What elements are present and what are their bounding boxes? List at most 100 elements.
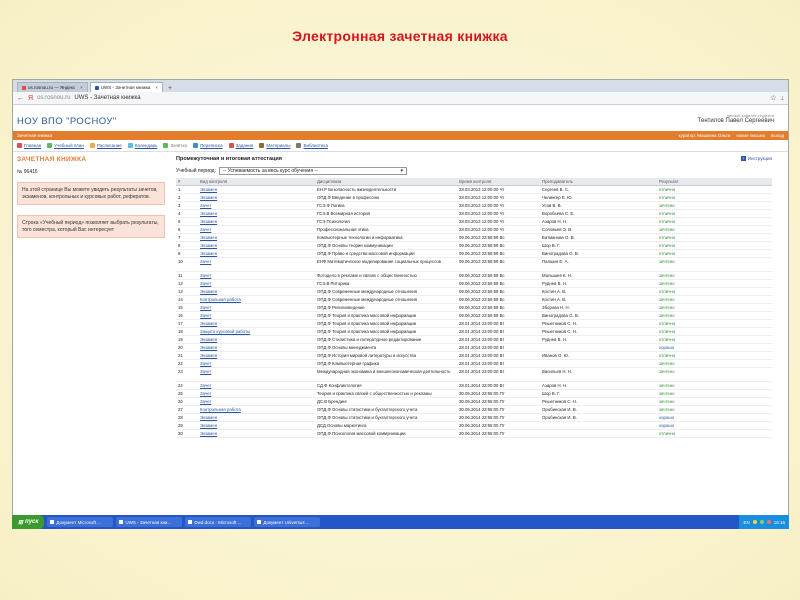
discipline: ОПД.Ф Современные международные отношени… xyxy=(315,287,457,296)
control-type[interactable]: Экзамен xyxy=(198,287,315,296)
control-type[interactable]: Экзамен xyxy=(198,343,315,352)
curator-link[interactable]: куратор: Машкина Ольга xyxy=(679,133,731,138)
new-tab-button[interactable]: + xyxy=(165,85,175,92)
main-panel: Промежуточная и итоговая аттестация ? Ин… xyxy=(176,156,772,438)
control-time: 28.01.2014 23:00:00 Вт xyxy=(457,351,540,360)
menu-item-5[interactable]: Переписка xyxy=(193,143,223,148)
menu-item-label: Библиотека xyxy=(303,143,328,148)
menu-item-2[interactable]: Расписание xyxy=(89,143,122,148)
close-icon[interactable]: × xyxy=(80,85,83,90)
result: отлично xyxy=(657,335,772,344)
control-type[interactable]: Контрольная работа xyxy=(198,405,315,414)
row-number: 1 xyxy=(176,185,198,194)
control-type[interactable]: Экзамен xyxy=(198,209,315,218)
language-indicator[interactable]: EN xyxy=(743,520,749,525)
control-type[interactable]: Защита курсовой работы xyxy=(198,327,315,336)
exit-link[interactable]: выход xyxy=(771,133,784,138)
discipline: ОПД.Ф Право и средства массовой информац… xyxy=(315,249,457,258)
menu-item-0[interactable]: Главная xyxy=(17,143,41,148)
taskbar-item-0[interactable]: Документ Microsoft ... xyxy=(47,517,114,527)
control-type[interactable]: Зачет xyxy=(198,225,315,234)
control-type[interactable]: Зачет xyxy=(198,397,315,406)
download-icon[interactable]: ↓ xyxy=(781,95,785,102)
control-type[interactable]: Экзамен xyxy=(198,185,315,194)
start-button[interactable]: ⊞ пуск xyxy=(12,515,45,529)
app-icon xyxy=(119,520,124,524)
browser-tab-0[interactable]: os.rosnou.ru — Яндекс × xyxy=(17,82,88,92)
back-button[interactable]: ← xyxy=(17,95,24,102)
menu-item-7[interactable]: Материалы xyxy=(259,143,290,148)
control-type[interactable]: Экзамен xyxy=(198,413,315,422)
menu-item-4[interactable]: Зачётка xyxy=(163,143,187,148)
site-logo[interactable]: НОУ ВПО "РОСНОУ" xyxy=(17,116,117,127)
teacher: Костин А. В. xyxy=(540,287,657,296)
control-type[interactable]: Зачет xyxy=(198,367,315,382)
browser-tab-1[interactable]: UWS - Зачетная книжка × xyxy=(89,82,164,92)
taskbar-item-2[interactable]: Dwd.docx - Microsoft ... xyxy=(185,517,252,527)
control-type[interactable]: Зачет xyxy=(198,279,315,288)
taskbar-item-3[interactable]: Документ Universus ... xyxy=(254,517,321,527)
menu-icon xyxy=(296,143,302,148)
mail-link[interactable]: новое письмо xyxy=(736,133,765,138)
table-row: 3 Зачет ГСЭ.Ф Логика 28.03.2013 12:00:00 Чт… xyxy=(176,201,772,210)
tab-label: os.rosnou.ru — Яндекс xyxy=(28,85,76,90)
taskbar-items: Документ Microsoft ... UWS - Зачетная кни… xyxy=(47,517,321,527)
table-row: 10 Зачет ЕНФ Математическое моделирование … xyxy=(176,257,772,272)
period-select[interactable]: -- Успеваемость за весь курс обучения --… xyxy=(218,167,407,175)
instruction-label: Инструкция xyxy=(747,156,772,161)
period-label: Учебный период: xyxy=(176,168,216,174)
result: зачтено xyxy=(657,405,772,414)
control-type[interactable]: Экзамен xyxy=(198,193,315,202)
instruction-link[interactable]: ? Инструкция xyxy=(740,156,772,161)
taskbar-item-label: Dwd.docx - Microsoft ... xyxy=(194,519,242,525)
menu-item-8[interactable]: Библиотека xyxy=(296,143,328,148)
table-row: 30 Экзамен ОПД.Ф Психология массовой комму… xyxy=(176,429,772,438)
star-icon[interactable]: ☆ xyxy=(770,94,776,102)
control-type[interactable]: Экзамен xyxy=(198,249,315,258)
teacher: Азаров Н. Н. xyxy=(540,217,657,226)
taskbar-item-1[interactable]: UWS - Зачетная кни... xyxy=(116,517,183,527)
taskbar-item-label: Документ Microsoft ... xyxy=(56,519,101,525)
control-type[interactable]: Экзамен xyxy=(198,429,315,438)
table-row: 21 Экзамен ОПД.Ф История мировой литератур… xyxy=(176,351,772,360)
control-type[interactable]: Зачет xyxy=(198,311,315,320)
control-type[interactable]: Зачет xyxy=(198,381,315,390)
close-icon[interactable]: × xyxy=(155,85,158,90)
result: зачтено xyxy=(657,381,772,390)
control-type[interactable]: Экзамен xyxy=(198,421,315,430)
control-type[interactable]: Экзамен xyxy=(198,217,315,226)
control-type[interactable]: Зачет xyxy=(198,303,315,312)
result: отлично xyxy=(657,185,772,194)
menu-item-3[interactable]: Календарь xyxy=(127,143,157,148)
menu-item-6[interactable]: Задания xyxy=(228,143,253,148)
control-type[interactable]: Экзамен xyxy=(198,351,315,360)
tray-icon[interactable] xyxy=(759,520,764,524)
menu-item-label: Расписание xyxy=(96,143,122,148)
tray-icon[interactable] xyxy=(752,520,757,524)
row-number: 2 xyxy=(176,193,198,202)
control-type[interactable]: Экзамен xyxy=(198,335,315,344)
menu-item-1[interactable]: Учебный план xyxy=(47,143,84,148)
control-time: 30.05.2014 23:55:00 Пт xyxy=(457,397,540,406)
control-type[interactable]: Экзамен xyxy=(198,319,315,328)
control-type[interactable]: Зачет xyxy=(198,359,315,368)
control-type[interactable]: Экзамен xyxy=(198,241,315,250)
control-type[interactable]: Зачет xyxy=(198,271,315,280)
control-type[interactable]: Контрольная работа xyxy=(198,295,315,304)
control-type[interactable]: Зачет xyxy=(198,389,315,398)
url-field[interactable]: os.rosnou.ru UWS - Зачетная книжка xyxy=(37,95,766,101)
discipline: ОПД.Ф Теория и практика массовой информа… xyxy=(315,319,457,328)
result: зачтено xyxy=(657,295,772,304)
tray-icon[interactable] xyxy=(766,520,771,524)
yandex-icon[interactable]: Я xyxy=(28,95,33,102)
table-row: 2 Экзамен ОПД.Ф Введение в профессию 28.03.… xyxy=(176,193,772,202)
discipline: ДСД Основы маркетинга xyxy=(315,421,457,430)
table-row: 14 Контрольная работа ОПД.Ф Современные ме… xyxy=(176,295,772,304)
control-type[interactable]: Зачет xyxy=(198,201,315,210)
table-row: 1 Экзамен ЕН.Р Безопасность жизнедеятельно… xyxy=(176,185,772,194)
control-type[interactable]: Экзамен xyxy=(198,233,315,242)
teacher: Руднев В. Н. xyxy=(540,279,657,288)
control-type[interactable]: Зачет xyxy=(198,257,315,272)
taskbar: ⊞ пуск Документ Microsoft ... UWS - Зачет… xyxy=(12,515,789,529)
row-number: 22 xyxy=(176,359,198,368)
